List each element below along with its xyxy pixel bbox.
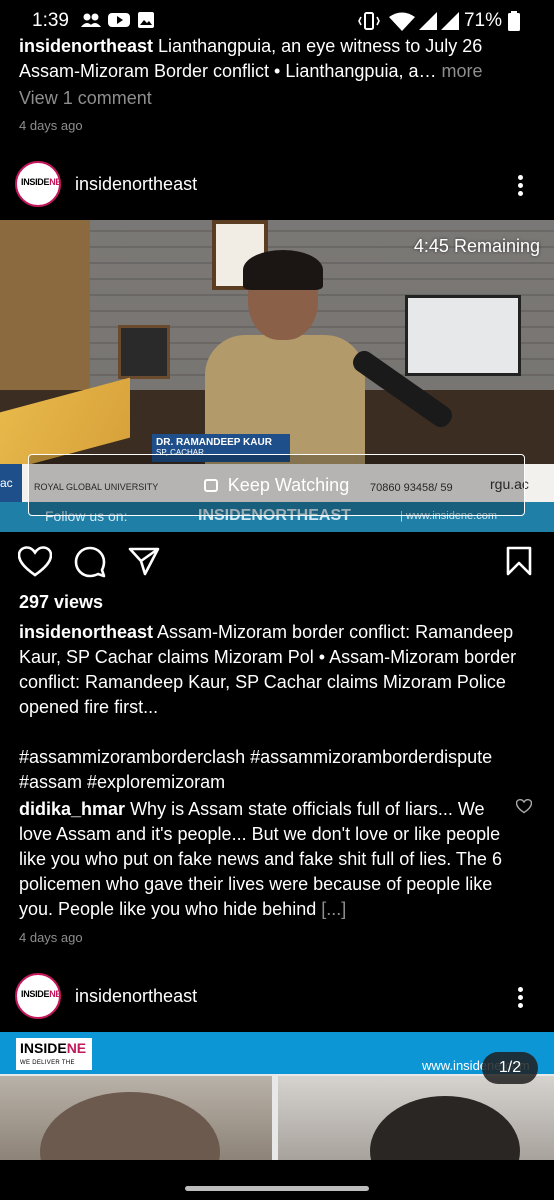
- video-remaining-time: 4:45 Remaining: [413, 236, 540, 256]
- view-comments-link[interactable]: View 1 comment: [19, 88, 152, 109]
- post-caption: insidenortheast Assam-Mizoram border con…: [19, 620, 537, 795]
- views-count[interactable]: 297 views: [19, 592, 103, 613]
- prev-post-caption[interactable]: insidenortheast Lianthangpuia, an eye wi…: [19, 34, 534, 84]
- keep-watching-button[interactable]: Keep Watching: [28, 454, 525, 516]
- battery-percent: 71%: [463, 10, 502, 31]
- comment-username[interactable]: didika_hmar: [19, 799, 125, 819]
- more-options-icon[interactable]: [518, 175, 524, 199]
- next-avatar-logo: INSIDENE: [21, 989, 61, 999]
- comment-like-icon[interactable]: [516, 799, 532, 814]
- send-icon[interactable]: [128, 546, 160, 576]
- hashtags-line-1[interactable]: #assammizoramborderclash #assammizorambo…: [19, 747, 492, 767]
- carousel-pager: 1/2: [482, 1052, 538, 1084]
- home-gesture-pill[interactable]: [185, 1186, 369, 1191]
- next-post-username[interactable]: insidenortheast: [75, 986, 197, 1007]
- youtube-icon: [108, 13, 130, 27]
- prev-post-username[interactable]: insidenortheast: [19, 36, 153, 56]
- prev-post-time: 4 days ago: [19, 118, 83, 133]
- wifi-icon: [389, 12, 415, 31]
- post-time: 4 days ago: [19, 930, 83, 945]
- bookmark-icon[interactable]: [505, 546, 533, 576]
- avatar-logo: INSIDENE: [21, 177, 61, 187]
- battery-icon: [508, 11, 520, 31]
- signal-2-icon: [441, 12, 459, 30]
- avatar[interactable]: INSIDENE: [15, 161, 61, 207]
- more-link[interactable]: more: [436, 61, 482, 81]
- hashtags-line-2[interactable]: #assam #exploremizoram: [19, 772, 225, 792]
- video-person-hair: [243, 250, 323, 290]
- system-nav-bar: [0, 1160, 554, 1200]
- keep-watching-icon: [203, 478, 218, 492]
- caption-username[interactable]: insidenortheast: [19, 622, 153, 642]
- next-post-more-options-icon[interactable]: [518, 987, 524, 1011]
- signal-icon: [419, 12, 437, 30]
- comment: didika_hmar Why is Assam state officials…: [19, 797, 505, 922]
- post-username[interactable]: insidenortheast: [75, 174, 197, 195]
- video-frame: [118, 325, 170, 379]
- vibrate-icon: [358, 12, 380, 30]
- next-post-image[interactable]: INSIDENEWE DELIVER THE NORTHEAST www.ins…: [0, 1032, 554, 1160]
- next-post-logo: INSIDENEWE DELIVER THE NORTHEAST: [16, 1038, 92, 1081]
- image-icon: [138, 12, 154, 28]
- comment-icon[interactable]: [74, 546, 106, 578]
- comment-more-link[interactable]: [...]: [321, 899, 346, 919]
- status-time: 1:39: [32, 10, 69, 31]
- next-post-avatar[interactable]: INSIDENE: [15, 973, 61, 1019]
- video-monitor: [405, 295, 521, 376]
- heart-icon[interactable]: [18, 546, 52, 578]
- people-icon: [81, 13, 101, 27]
